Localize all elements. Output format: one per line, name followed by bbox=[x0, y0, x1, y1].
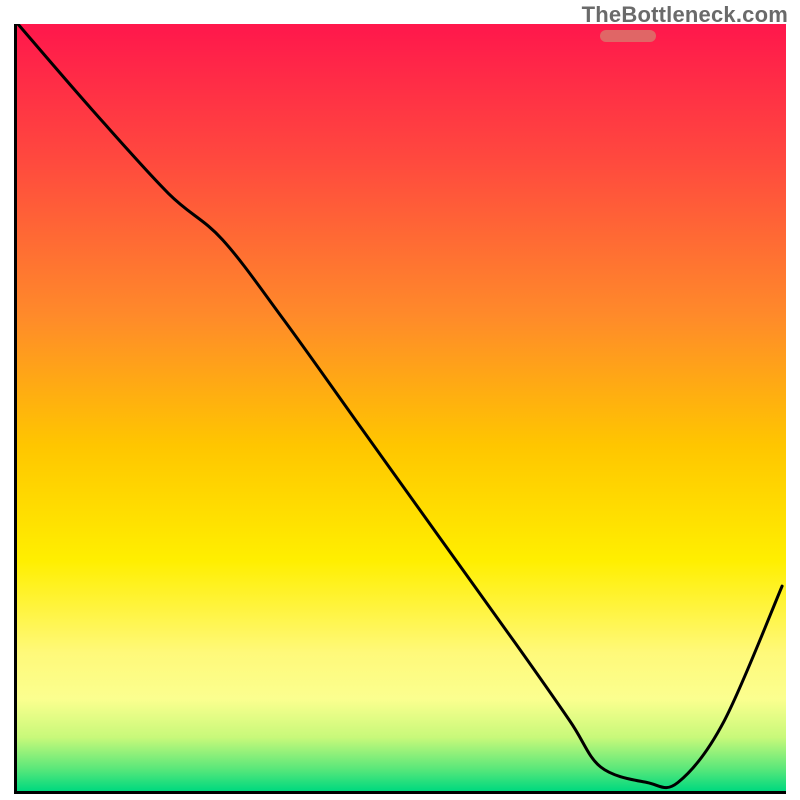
chart-stage: TheBottleneck.com bbox=[0, 0, 800, 800]
chart-plot-area bbox=[14, 24, 786, 794]
optimal-zone-marker bbox=[600, 30, 656, 42]
watermark: TheBottleneck.com bbox=[582, 2, 788, 28]
